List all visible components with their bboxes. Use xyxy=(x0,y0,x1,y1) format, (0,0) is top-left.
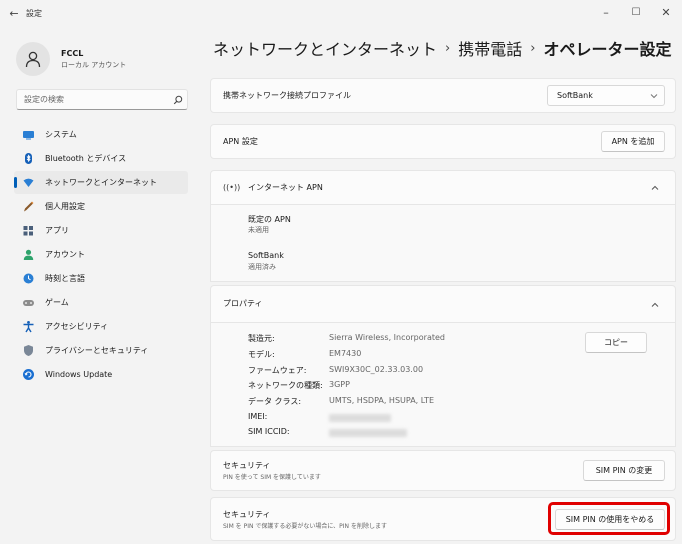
property-label: データ クラス: xyxy=(248,397,302,406)
property-label: モデル: xyxy=(248,350,275,359)
sidebar-item-system[interactable]: システム xyxy=(14,123,188,146)
sidebar-nav: システム Bluetooth とデバイス ネットワークとインターネット 個人用設… xyxy=(14,123,188,387)
sidebar-item-label: ネットワークとインターネット xyxy=(45,178,157,187)
sidebar-item-bluetooth[interactable]: Bluetooth とデバイス xyxy=(14,147,188,170)
property-label: ネットワークの種類: xyxy=(248,381,323,390)
sidebar-item-label: アクセシビリティ xyxy=(45,322,109,331)
internet-apn-label: インターネット APN xyxy=(248,183,323,192)
apn-settings-card: APN 設定 APN を追加 xyxy=(210,124,676,159)
accessibility-icon xyxy=(22,320,35,333)
breadcrumb-separator: › xyxy=(530,40,536,56)
update-icon xyxy=(22,368,35,381)
search-icon[interactable] xyxy=(169,95,187,105)
shield-icon xyxy=(22,344,35,357)
app-title: 設定 xyxy=(26,9,42,18)
monitor-icon xyxy=(22,128,35,141)
property-label: ファームウェア: xyxy=(248,366,307,375)
breadcrumb-network[interactable]: ネットワークとインターネット xyxy=(213,36,437,60)
highlight-box xyxy=(548,502,670,535)
sidebar-item-gaming[interactable]: ゲーム xyxy=(14,291,188,314)
apps-icon xyxy=(22,224,35,237)
network-profile-value: SoftBank xyxy=(557,91,593,100)
close-button[interactable]: ✕ xyxy=(656,5,676,21)
sidebar-item-accounts[interactable]: アカウント xyxy=(14,243,188,266)
profile-name: FCCL xyxy=(61,48,84,58)
security-subtitle: SIM を PIN で保護する必要がない場合に、PIN を削除します xyxy=(223,523,387,530)
sidebar-item-label: アプリ xyxy=(45,226,69,235)
copy-button[interactable]: コピー xyxy=(585,332,647,353)
sidebar-item-accessibility[interactable]: アクセシビリティ xyxy=(14,315,188,338)
breadcrumb-cellular[interactable]: 携帯電話 xyxy=(458,36,522,60)
sidebar-item-time-language[interactable]: 時刻と言語 xyxy=(14,267,188,290)
minimize-button[interactable]: – xyxy=(596,5,616,21)
property-value: 3GPP xyxy=(329,380,350,389)
property-value: SWI9X30C_02.33.03.00 xyxy=(329,365,424,374)
network-profile-label: 携帯ネットワーク接続プロファイル xyxy=(223,91,351,100)
property-label: SIM ICCID: xyxy=(248,427,290,436)
sidebar-item-label: 個人用設定 xyxy=(45,202,85,211)
sidebar-item-privacy-security[interactable]: プライバシーとセキュリティ xyxy=(14,339,188,362)
add-apn-button[interactable]: APN を追加 xyxy=(601,131,665,152)
security-title: セキュリティ xyxy=(223,461,271,470)
sidebar-item-label: 時刻と言語 xyxy=(45,274,85,283)
apn-entry-status: 未適用 xyxy=(248,226,269,234)
chevron-up-icon[interactable] xyxy=(651,184,659,194)
sidebar-item-label: ゲーム xyxy=(45,298,69,307)
property-value: EM7430 xyxy=(329,349,362,358)
change-sim-pin-button[interactable]: SIM PIN の変更 xyxy=(583,460,665,481)
user-profile[interactable]: FCCL ローカル アカウント xyxy=(16,42,126,76)
search-box[interactable]: 設定の検索 xyxy=(16,89,188,110)
properties-list: 製造元: Sierra Wireless, Incorporated モデル: … xyxy=(210,323,676,447)
sim-pin-change-card: セキュリティ PIN を使って SIM を保護しています SIM PIN の変更 xyxy=(210,450,676,491)
internet-apn-header[interactable]: ((•)) インターネット APN xyxy=(210,170,676,205)
antenna-icon: ((•)) xyxy=(223,183,241,192)
title-bar: ← 設定 – ☐ ✕ xyxy=(0,0,682,28)
chevron-up-icon[interactable] xyxy=(651,301,659,311)
profile-account-type: ローカル アカウント xyxy=(61,60,127,69)
maximize-button[interactable]: ☐ xyxy=(626,5,646,21)
security-subtitle: PIN を使って SIM を保護しています xyxy=(223,474,321,481)
sidebar-item-network[interactable]: ネットワークとインターネット xyxy=(14,171,188,194)
globe-clock-icon xyxy=(22,272,35,285)
wifi-icon xyxy=(22,176,35,189)
sidebar-item-label: システム xyxy=(45,130,77,139)
property-label: 製造元: xyxy=(248,334,275,343)
sidebar-item-windows-update[interactable]: Windows Update xyxy=(14,363,188,386)
internet-apn-list: 既定の APN 未適用 SoftBank 適用済み xyxy=(210,205,676,282)
back-button[interactable]: ← xyxy=(6,7,22,21)
sidebar-item-label: アカウント xyxy=(45,250,85,259)
sidebar-item-apps[interactable]: アプリ xyxy=(14,219,188,242)
properties-header[interactable]: プロパティ xyxy=(210,285,676,323)
sidebar-item-personalization[interactable]: 個人用設定 xyxy=(14,195,188,218)
sidebar-item-label: Windows Update xyxy=(45,370,113,379)
network-profile-card: 携帯ネットワーク接続プロファイル SoftBank xyxy=(210,78,676,113)
avatar xyxy=(16,42,50,76)
bluetooth-icon xyxy=(22,152,35,165)
apn-entry-name[interactable]: 既定の APN xyxy=(248,214,291,225)
gamepad-icon xyxy=(22,296,35,309)
properties-label: プロパティ xyxy=(223,299,263,308)
apn-entry-name[interactable]: SoftBank xyxy=(248,251,284,260)
network-profile-dropdown[interactable]: SoftBank xyxy=(547,85,665,106)
chevron-down-icon xyxy=(644,93,664,99)
page-title: オペレーター設定 xyxy=(543,40,672,59)
account-icon xyxy=(22,248,35,261)
apn-settings-label: APN 設定 xyxy=(223,137,258,146)
breadcrumb: ネットワークとインターネット › 携帯電話 › オペレーター設定 xyxy=(213,36,671,60)
sidebar-item-label: Bluetooth とデバイス xyxy=(45,154,127,163)
sidebar-item-label: プライバシーとセキュリティ xyxy=(45,346,149,355)
redacted-iccid xyxy=(329,429,407,437)
property-value: UMTS, HSDPA, HSUPA, LTE xyxy=(329,396,435,405)
redacted-imei xyxy=(329,414,391,422)
security-title: セキュリティ xyxy=(223,510,271,519)
search-input[interactable]: 設定の検索 xyxy=(24,94,169,105)
property-value: Sierra Wireless, Incorporated xyxy=(329,333,445,342)
breadcrumb-separator: › xyxy=(445,40,451,56)
person-icon xyxy=(25,51,41,68)
property-label: IMEI: xyxy=(248,412,268,421)
pen-icon xyxy=(22,200,35,213)
apn-entry-status: 適用済み xyxy=(248,263,276,271)
